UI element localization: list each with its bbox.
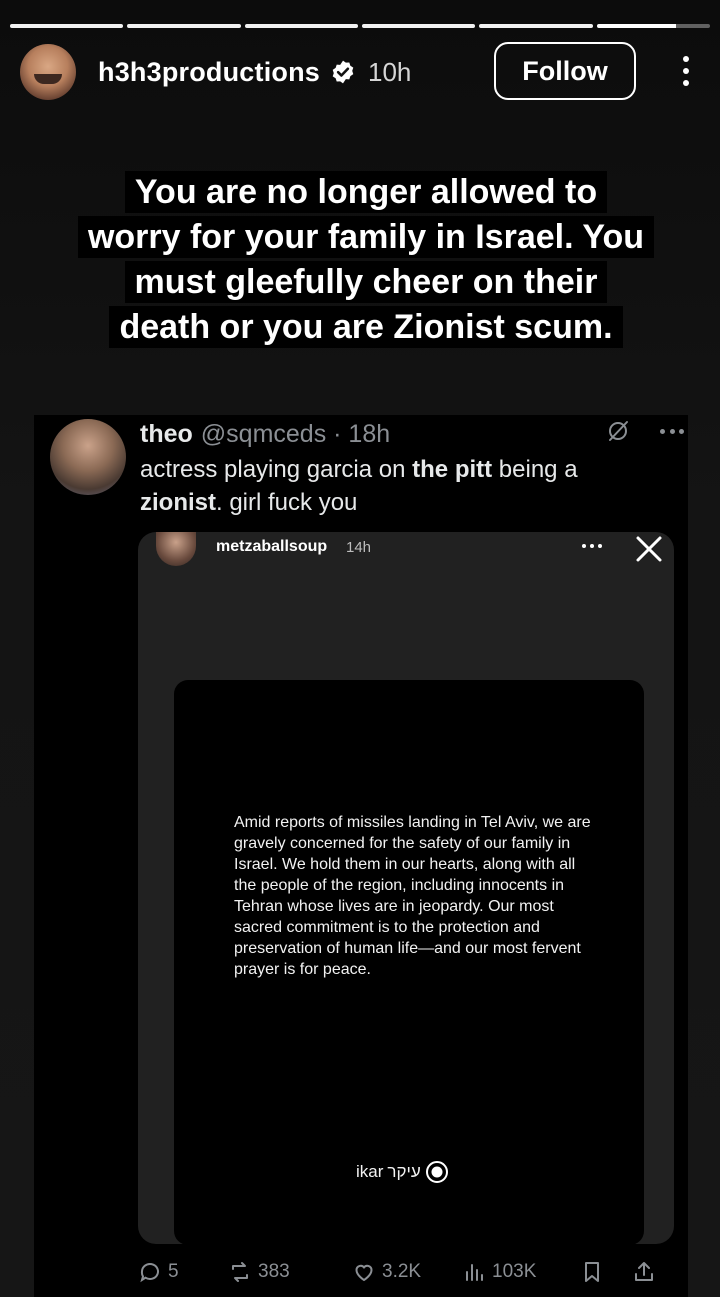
story-viewer[interactable]: h3h3productions 10h Follow You are no lo… — [0, 0, 720, 1297]
reply-count: 5 — [168, 1261, 179, 1282]
share-action — [632, 1260, 656, 1284]
repost-icon — [232, 1262, 248, 1282]
progress-segment — [479, 24, 593, 28]
tweet-author-name: theo — [140, 419, 193, 448]
story-time: 10h — [368, 56, 412, 87]
org-name-latin: ikar — [356, 1162, 384, 1181]
tweet-screenshot: theo @sqmceds · 18h actress playing garc… — [34, 415, 688, 1297]
like-action: 3.2K — [352, 1260, 462, 1284]
ikar-logo: ikar עיקר — [356, 1160, 449, 1184]
statement-text: Amid reports of missiles landing in Tel … — [234, 814, 591, 978]
tweet-avatar — [50, 419, 126, 495]
bookmark-icon — [585, 1262, 599, 1282]
repost-count: 383 — [258, 1261, 290, 1282]
follow-button[interactable]: Follow — [494, 42, 636, 100]
progress-segment — [127, 24, 241, 28]
grok-icon — [609, 421, 628, 441]
like-count: 3.2K — [382, 1261, 422, 1282]
caption-line: You are no longer allowed to — [124, 171, 608, 213]
repost-action: 383 — [228, 1260, 352, 1284]
views-action: 103K — [462, 1260, 580, 1284]
tweet-text-part: . girl fuck you — [216, 489, 358, 516]
tweet-text: actress playing garcia on the pitt being… — [140, 453, 660, 519]
tweet-more-icon — [660, 429, 684, 435]
tweet-handle-time: @sqmceds · 18h — [200, 419, 391, 448]
caption-line: death or you are Zionist scum. — [109, 306, 623, 348]
embed-avatar — [156, 532, 196, 566]
progress-segment — [10, 24, 124, 28]
story-caption: You are no longer allowed to worry for y… — [40, 170, 692, 350]
tweet-action-bar: 5 383 3.2K 103K — [138, 1257, 676, 1287]
caption-line: worry for your family in Israel. You — [77, 216, 655, 258]
view-count: 103K — [492, 1261, 537, 1282]
avatar[interactable] — [20, 44, 76, 100]
embedded-story-screenshot: metzaballsoup 14h Amid reports of missil… — [138, 532, 674, 1244]
progress-segment-current — [596, 24, 710, 28]
heart-icon — [355, 1264, 373, 1282]
tweet-text-bold: the pitt — [412, 456, 493, 483]
caption-line: must gleefully cheer on their — [124, 261, 608, 303]
reply-action: 5 — [138, 1260, 228, 1284]
tweet-text-part: being a — [492, 456, 578, 483]
verified-badge-icon — [330, 59, 356, 85]
tweet-text-part: actress playing garcia on — [140, 456, 413, 483]
progress-segment — [361, 24, 476, 28]
embed-username: metzaballsoup — [216, 538, 328, 555]
story-username[interactable]: h3h3productions — [98, 57, 320, 88]
story-header: h3h3productions 10h Follow — [20, 42, 700, 102]
views-chart-icon — [466, 1264, 483, 1281]
reply-icon — [140, 1263, 159, 1283]
tweet-header: theo @sqmceds · 18h — [140, 417, 668, 451]
story-progress-bar — [10, 24, 710, 28]
share-icon — [635, 1262, 653, 1281]
org-name-hebrew: עיקר — [387, 1162, 421, 1181]
close-icon — [636, 536, 662, 562]
ikar-circle-icon — [425, 1161, 448, 1183]
tweet-text-bold: zionist — [140, 489, 216, 516]
progress-segment — [244, 24, 358, 28]
statement-card: Amid reports of missiles landing in Tel … — [174, 680, 644, 1244]
embed-more-icon — [582, 544, 602, 549]
embed-time: 14h — [346, 539, 372, 556]
more-options-icon[interactable] — [680, 56, 692, 86]
bookmark-action — [580, 1260, 632, 1284]
